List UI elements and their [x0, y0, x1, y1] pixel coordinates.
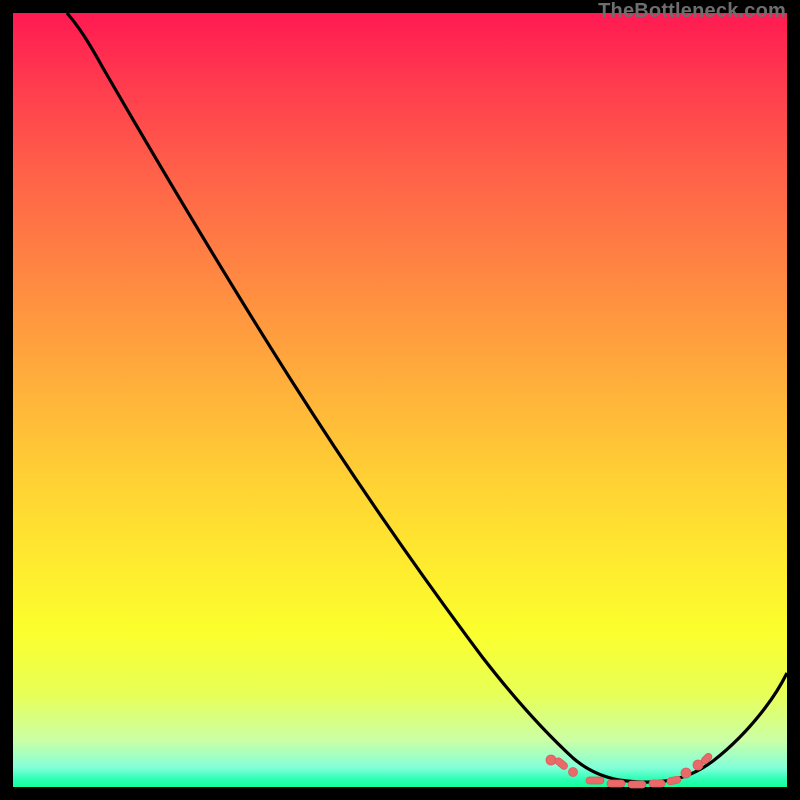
marker-dot: [681, 768, 691, 778]
watermark-text: TheBottleneck.com: [598, 0, 786, 23]
marker-dash: [586, 777, 604, 784]
marker-dash: [649, 780, 665, 787]
marker-dash: [666, 776, 681, 786]
bottleneck-curve: [67, 13, 787, 782]
marker-dot: [546, 755, 556, 765]
marker-dot: [569, 768, 578, 777]
plot-frame: [13, 13, 787, 787]
marker-dash: [554, 756, 569, 770]
plot-area: [13, 13, 787, 787]
marker-dash: [628, 781, 646, 788]
chart-svg: [13, 13, 787, 787]
marker-dash: [607, 780, 625, 787]
